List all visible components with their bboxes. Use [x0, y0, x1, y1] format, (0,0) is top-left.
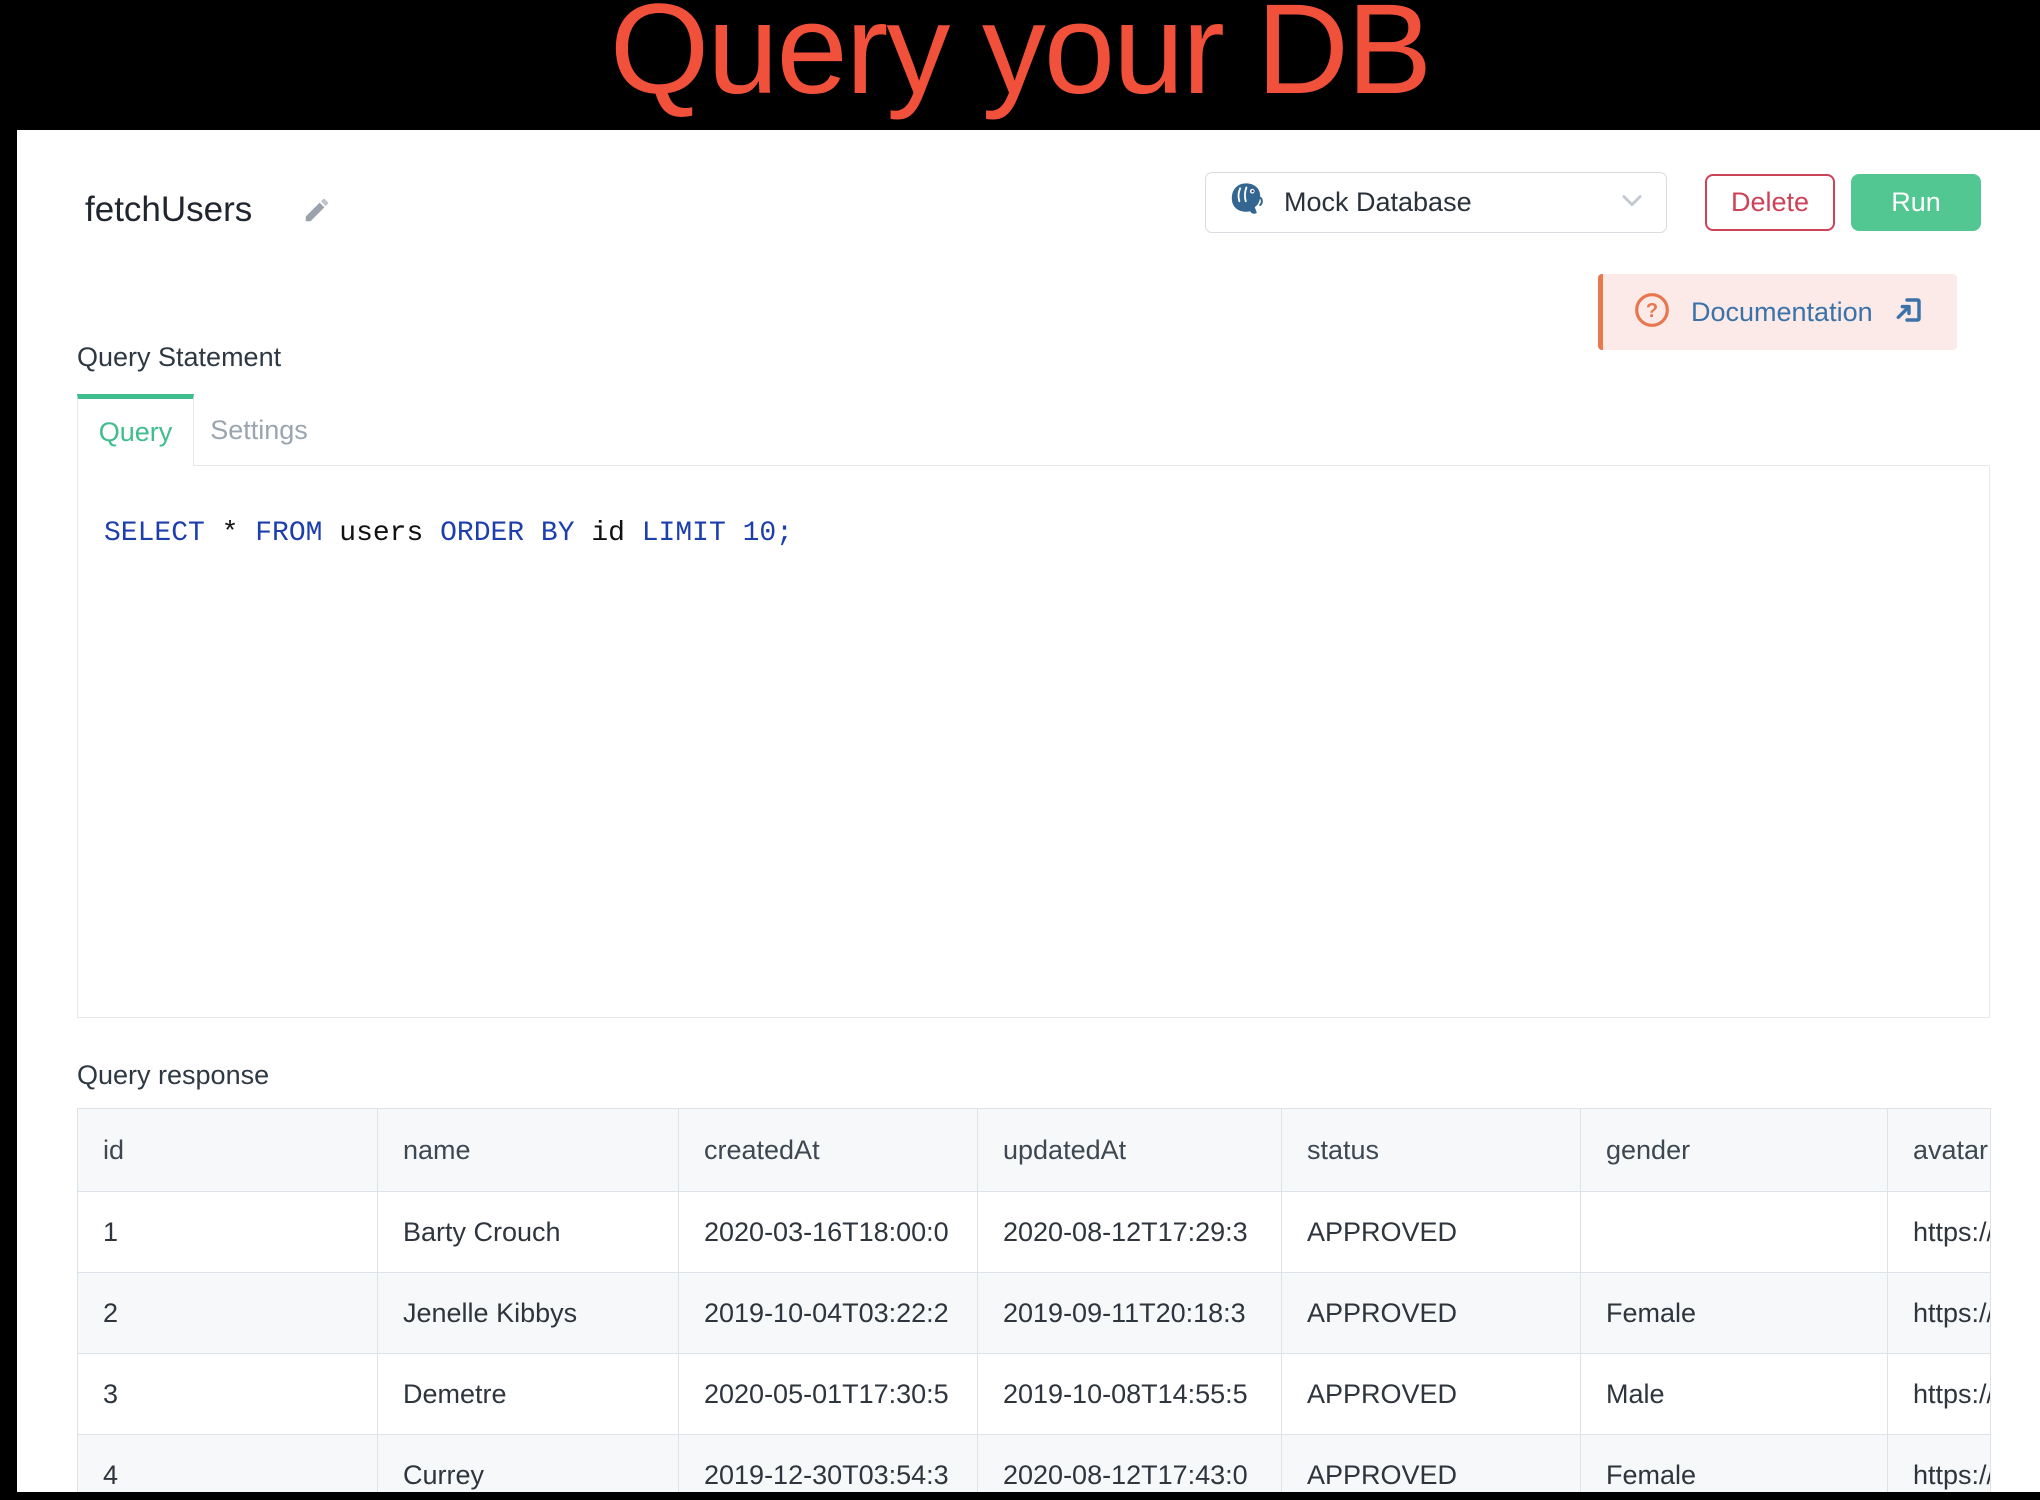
documentation-label: Documentation	[1691, 297, 1873, 328]
documentation-link[interactable]: ? Documentation	[1598, 274, 1957, 350]
tab-query[interactable]: Query	[77, 394, 194, 466]
table-cell: Jenelle Kibbys	[378, 1273, 679, 1354]
sql-token: 10;	[743, 518, 793, 549]
sql-token: FROM	[255, 518, 322, 549]
sql-token: id	[575, 518, 642, 549]
chevron-down-icon	[1618, 186, 1646, 219]
table-cell: 2020-08-12T17:43:0	[978, 1435, 1282, 1493]
column-header: name	[378, 1109, 679, 1192]
sql-token: LIMIT	[642, 518, 726, 549]
table-cell: APPROVED	[1282, 1354, 1581, 1435]
sql-code-line: SELECT * FROM users ORDER BY id LIMIT 10…	[104, 518, 1989, 549]
table-row: 3Demetre2020-05-01T17:30:52019-10-08T14:…	[78, 1354, 1991, 1435]
database-select-value: Mock Database	[1284, 187, 1600, 218]
table-cell: 2019-12-30T03:54:3	[679, 1435, 978, 1493]
query-name: fetchUsers	[85, 190, 252, 230]
help-circle-icon: ?	[1633, 291, 1671, 334]
table-cell: https://	[1888, 1354, 1991, 1435]
table-cell: Female	[1581, 1273, 1888, 1354]
table-header-row: idnamecreatedAtupdatedAtstatusgenderavat…	[78, 1109, 1991, 1192]
response-table: idnamecreatedAtupdatedAtstatusgenderavat…	[77, 1108, 1991, 1492]
run-button[interactable]: Run	[1851, 174, 1981, 231]
table-cell: https://	[1888, 1273, 1991, 1354]
table-cell: 2	[78, 1273, 378, 1354]
sql-token: *	[205, 518, 255, 549]
table-cell: 2020-03-16T18:00:0	[679, 1192, 978, 1273]
table-body: 1Barty Crouch2020-03-16T18:00:02020-08-1…	[78, 1192, 1991, 1493]
sql-editor[interactable]: SELECT * FROM users ORDER BY id LIMIT 10…	[77, 465, 1990, 1018]
app-panel: fetchUsers Mock Database	[17, 130, 2040, 1492]
table-cell: Currey	[378, 1435, 679, 1493]
sql-token: users	[322, 518, 440, 549]
table-cell: 2019-10-08T14:55:5	[978, 1354, 1282, 1435]
tab-settings[interactable]: Settings	[194, 394, 324, 466]
database-select[interactable]: Mock Database	[1205, 172, 1667, 233]
table-row: 4Currey2019-12-30T03:54:32020-08-12T17:4…	[78, 1435, 1991, 1493]
table-cell: Male	[1581, 1354, 1888, 1435]
table-cell: 2020-08-12T17:29:3	[978, 1192, 1282, 1273]
table-cell: 4	[78, 1435, 378, 1493]
sql-token	[726, 518, 743, 549]
table-cell: https://	[1888, 1435, 1991, 1493]
table-cell: 1	[78, 1192, 378, 1273]
postgres-icon	[1226, 180, 1266, 225]
svg-text:?: ?	[1646, 299, 1658, 321]
query-response-label: Query response	[77, 1060, 269, 1091]
sql-token: SELECT	[104, 518, 205, 549]
table-cell: 2019-10-04T03:22:2	[679, 1273, 978, 1354]
column-header: avatar	[1888, 1109, 1991, 1192]
query-statement-label: Query Statement	[77, 342, 281, 373]
table-cell: APPROVED	[1282, 1192, 1581, 1273]
table-cell: APPROVED	[1282, 1273, 1581, 1354]
sql-token: ORDER BY	[440, 518, 574, 549]
column-header: status	[1282, 1109, 1581, 1192]
table-cell: Female	[1581, 1435, 1888, 1493]
delete-button[interactable]: Delete	[1705, 174, 1835, 231]
query-name-row: fetchUsers	[85, 190, 332, 230]
table-cell: https://	[1888, 1192, 1991, 1273]
table-cell: APPROVED	[1282, 1435, 1581, 1493]
external-link-icon	[1893, 294, 1925, 331]
table-cell: Barty Crouch	[378, 1192, 679, 1273]
column-header: createdAt	[679, 1109, 978, 1192]
table-row: 2Jenelle Kibbys2019-10-04T03:22:22019-09…	[78, 1273, 1991, 1354]
column-header: updatedAt	[978, 1109, 1282, 1192]
column-header: id	[78, 1109, 378, 1192]
edit-name-button[interactable]	[302, 195, 332, 225]
table-cell: Demetre	[378, 1354, 679, 1435]
table-cell: 3	[78, 1354, 378, 1435]
top-banner: Query your DB	[0, 0, 2040, 130]
table-cell: 2020-05-01T17:30:5	[679, 1354, 978, 1435]
table-cell: 2019-09-11T20:18:3	[978, 1273, 1282, 1354]
page-title: Query your DB	[0, 0, 2040, 116]
table-row: 1Barty Crouch2020-03-16T18:00:02020-08-1…	[78, 1192, 1991, 1273]
column-header: gender	[1581, 1109, 1888, 1192]
table-cell	[1581, 1192, 1888, 1273]
edit-icon	[302, 213, 332, 228]
